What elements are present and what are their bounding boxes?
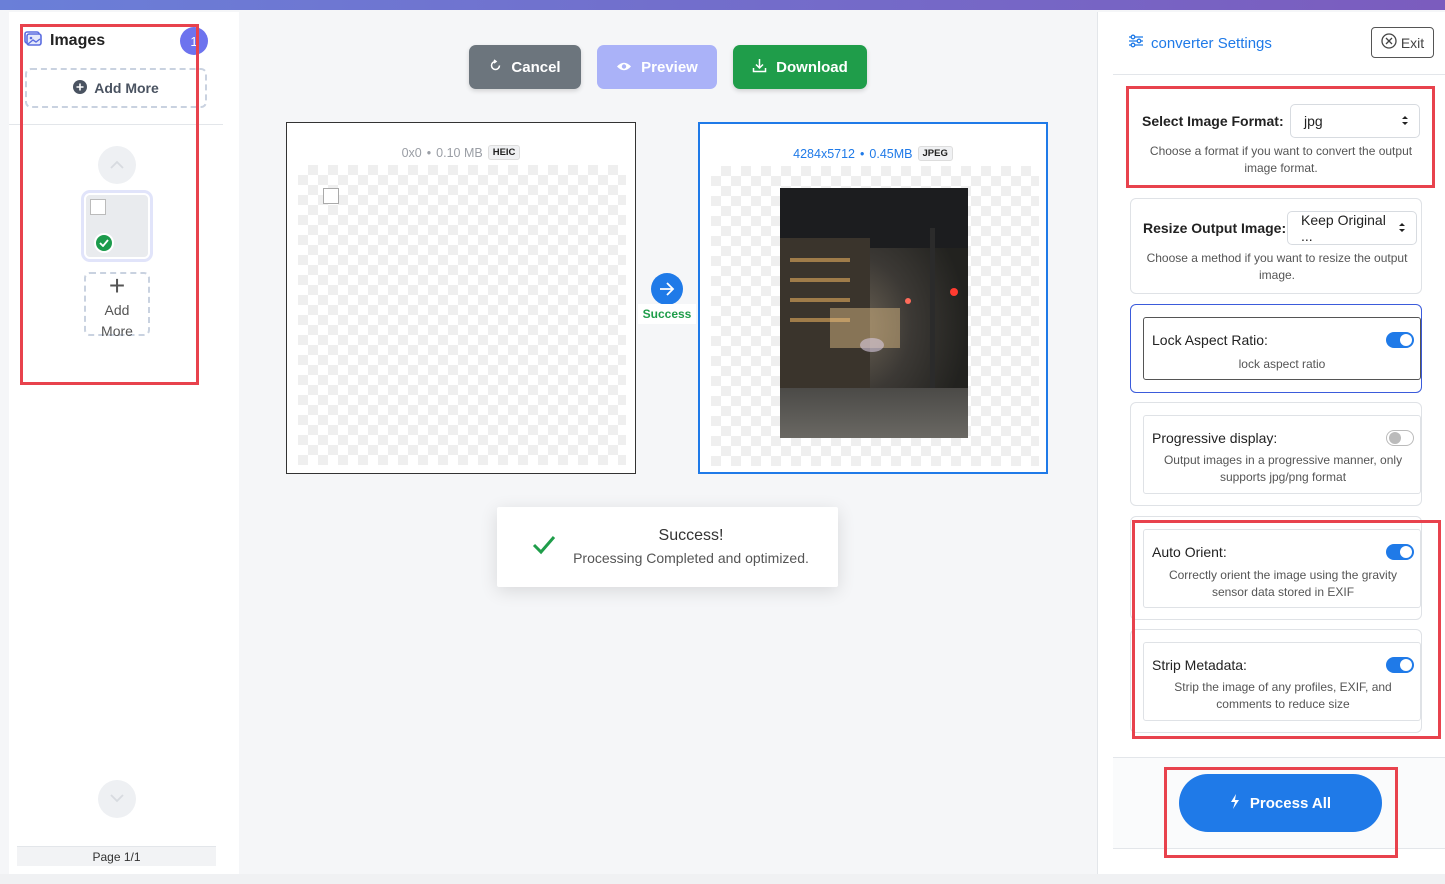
- progressive-toggle[interactable]: [1386, 430, 1414, 446]
- cancel-button[interactable]: Cancel: [469, 45, 581, 89]
- exit-label: Exit: [1400, 34, 1425, 51]
- add-tile-line2: More: [101, 323, 133, 339]
- arrow-right-icon: [651, 273, 683, 305]
- format-label: Select Image Format:: [1142, 113, 1284, 129]
- images-icon: [24, 30, 42, 51]
- auto-orient-label: Auto Orient:: [1152, 544, 1227, 560]
- source-dimensions: 0x0: [401, 145, 422, 160]
- chevron-up-icon: [110, 156, 124, 174]
- lock-aspect-inner: Lock Aspect Ratio: lock aspect ratio: [1143, 317, 1421, 380]
- source-size: 0.10 MB: [436, 145, 483, 160]
- sort-arrows-icon: [1398, 220, 1406, 236]
- auto-orient-description: Correctly orient the image using the gra…: [1168, 568, 1398, 599]
- add-more-button[interactable]: Add More: [25, 68, 207, 108]
- auto-orient-inner: Auto Orient: Correctly orient the image …: [1143, 529, 1421, 608]
- settings-divider: [1113, 74, 1445, 75]
- output-format-tag: JPEG: [917, 146, 953, 161]
- format-description: Choose a format if you want to convert t…: [1149, 144, 1413, 175]
- top-gradient-bar: [0, 0, 1445, 10]
- toast-title: Success!: [658, 527, 724, 544]
- output-photo: [780, 188, 968, 438]
- progressive-card: Progressive display: Output images in a …: [1130, 402, 1422, 506]
- scroll-down-button[interactable]: [98, 780, 136, 818]
- meta-separator: •: [426, 145, 432, 160]
- output-image-panel: 4284x5712 • 0.45MB JPEG: [698, 122, 1048, 474]
- bottom-bar: [0, 874, 1445, 884]
- output-canvas: [711, 166, 1039, 466]
- images-sidebar: Images 1 Add More + Add More Page 1/1: [9, 12, 239, 874]
- process-all-button[interactable]: Process All: [1179, 774, 1382, 832]
- output-dimensions: 4284x5712: [793, 146, 856, 161]
- sliders-icon: [1128, 34, 1144, 52]
- download-label: Download: [776, 58, 848, 76]
- strip-metadata-toggle[interactable]: [1386, 657, 1414, 673]
- strip-metadata-inner: Strip Metadata: Strip the image of any p…: [1143, 642, 1421, 721]
- sidebar-title: Images: [50, 31, 106, 49]
- strip-metadata-card: Strip Metadata: Strip the image of any p…: [1130, 629, 1422, 733]
- output-meta: 4284x5712 • 0.45MB JPEG: [700, 146, 1046, 161]
- source-image-panel: 0x0 • 0.10 MB HEIC: [286, 122, 636, 474]
- resize-setting-card: Resize Output Image: Keep Original ... C…: [1130, 198, 1422, 294]
- download-icon: [752, 58, 767, 77]
- success-toast: Success! Processing Completed and optimi…: [497, 507, 838, 587]
- download-button[interactable]: Download: [733, 45, 867, 89]
- checkmark-icon: [532, 535, 556, 560]
- source-meta: 0x0 • 0.10 MB HEIC: [287, 145, 635, 160]
- close-circle-icon: [1381, 33, 1397, 52]
- lock-aspect-label: Lock Aspect Ratio:: [1152, 332, 1268, 348]
- add-more-tile[interactable]: + Add More: [84, 270, 150, 339]
- strip-metadata-description: Strip the image of any profiles, EXIF, a…: [1174, 680, 1392, 711]
- scroll-up-button[interactable]: [98, 146, 136, 184]
- resize-select[interactable]: Keep Original ...: [1287, 211, 1417, 245]
- conversion-status: Success: [638, 304, 696, 324]
- preview-label: Preview: [641, 58, 698, 76]
- resize-description: Choose a method if you want to resize th…: [1146, 251, 1408, 282]
- broken-image-icon: [323, 188, 339, 204]
- lock-aspect-card: Lock Aspect Ratio: lock aspect ratio: [1130, 304, 1422, 393]
- meta-separator: •: [860, 146, 865, 161]
- process-all-label: Process All: [1249, 794, 1332, 812]
- plus-circle-icon: [73, 79, 88, 97]
- add-tile-line1: Add: [104, 302, 130, 318]
- auto-orient-toggle[interactable]: [1386, 544, 1414, 560]
- settings-panel: converter Settings Exit Select Image For…: [1097, 12, 1445, 874]
- source-format-tag: HEIC: [487, 145, 521, 160]
- sidebar-header: Images: [24, 30, 105, 51]
- exit-button[interactable]: Exit: [1371, 27, 1434, 58]
- check-circle-icon: [94, 233, 114, 253]
- settings-header: converter Settings: [1128, 34, 1272, 52]
- auto-orient-card: Auto Orient: Correctly orient the image …: [1130, 516, 1422, 620]
- preview-button[interactable]: Preview: [597, 45, 717, 89]
- image-thumbnail[interactable]: [84, 193, 150, 259]
- format-value: jpg: [1304, 113, 1323, 129]
- lock-aspect-description: lock aspect ratio: [1238, 357, 1326, 371]
- source-canvas: [298, 165, 626, 465]
- cancel-label: Cancel: [511, 58, 561, 76]
- chevron-down-icon: [110, 790, 124, 808]
- progressive-inner: Progressive display: Output images in a …: [1143, 415, 1421, 494]
- broken-image-icon: [90, 199, 106, 215]
- format-select[interactable]: jpg: [1290, 104, 1420, 138]
- strip-metadata-label: Strip Metadata:: [1152, 657, 1247, 673]
- image-count-badge: 1: [180, 27, 208, 55]
- add-more-label: Add More: [94, 80, 159, 96]
- resize-value: Keep Original ...: [1301, 212, 1386, 244]
- reload-icon: [489, 58, 502, 76]
- settings-title: converter Settings: [1151, 34, 1272, 52]
- progressive-label: Progressive display:: [1152, 430, 1278, 446]
- toast-message: Processing Completed and optimized.: [573, 550, 809, 566]
- output-size: 0.45MB: [869, 146, 913, 161]
- bolt-icon: [1230, 793, 1240, 813]
- page-indicator: Page 1/1: [17, 846, 216, 866]
- resize-label: Resize Output Image:: [1143, 220, 1287, 236]
- eye-icon: [616, 59, 632, 76]
- lock-aspect-toggle[interactable]: [1386, 332, 1414, 348]
- format-setting-card: Select Image Format: jpg Choose a format…: [1130, 92, 1422, 184]
- plus-icon: +: [108, 270, 126, 301]
- sidebar-divider: [9, 124, 223, 125]
- progressive-description: Output images in a progressive manner, o…: [1163, 453, 1403, 484]
- sort-arrows-icon: [1401, 113, 1409, 129]
